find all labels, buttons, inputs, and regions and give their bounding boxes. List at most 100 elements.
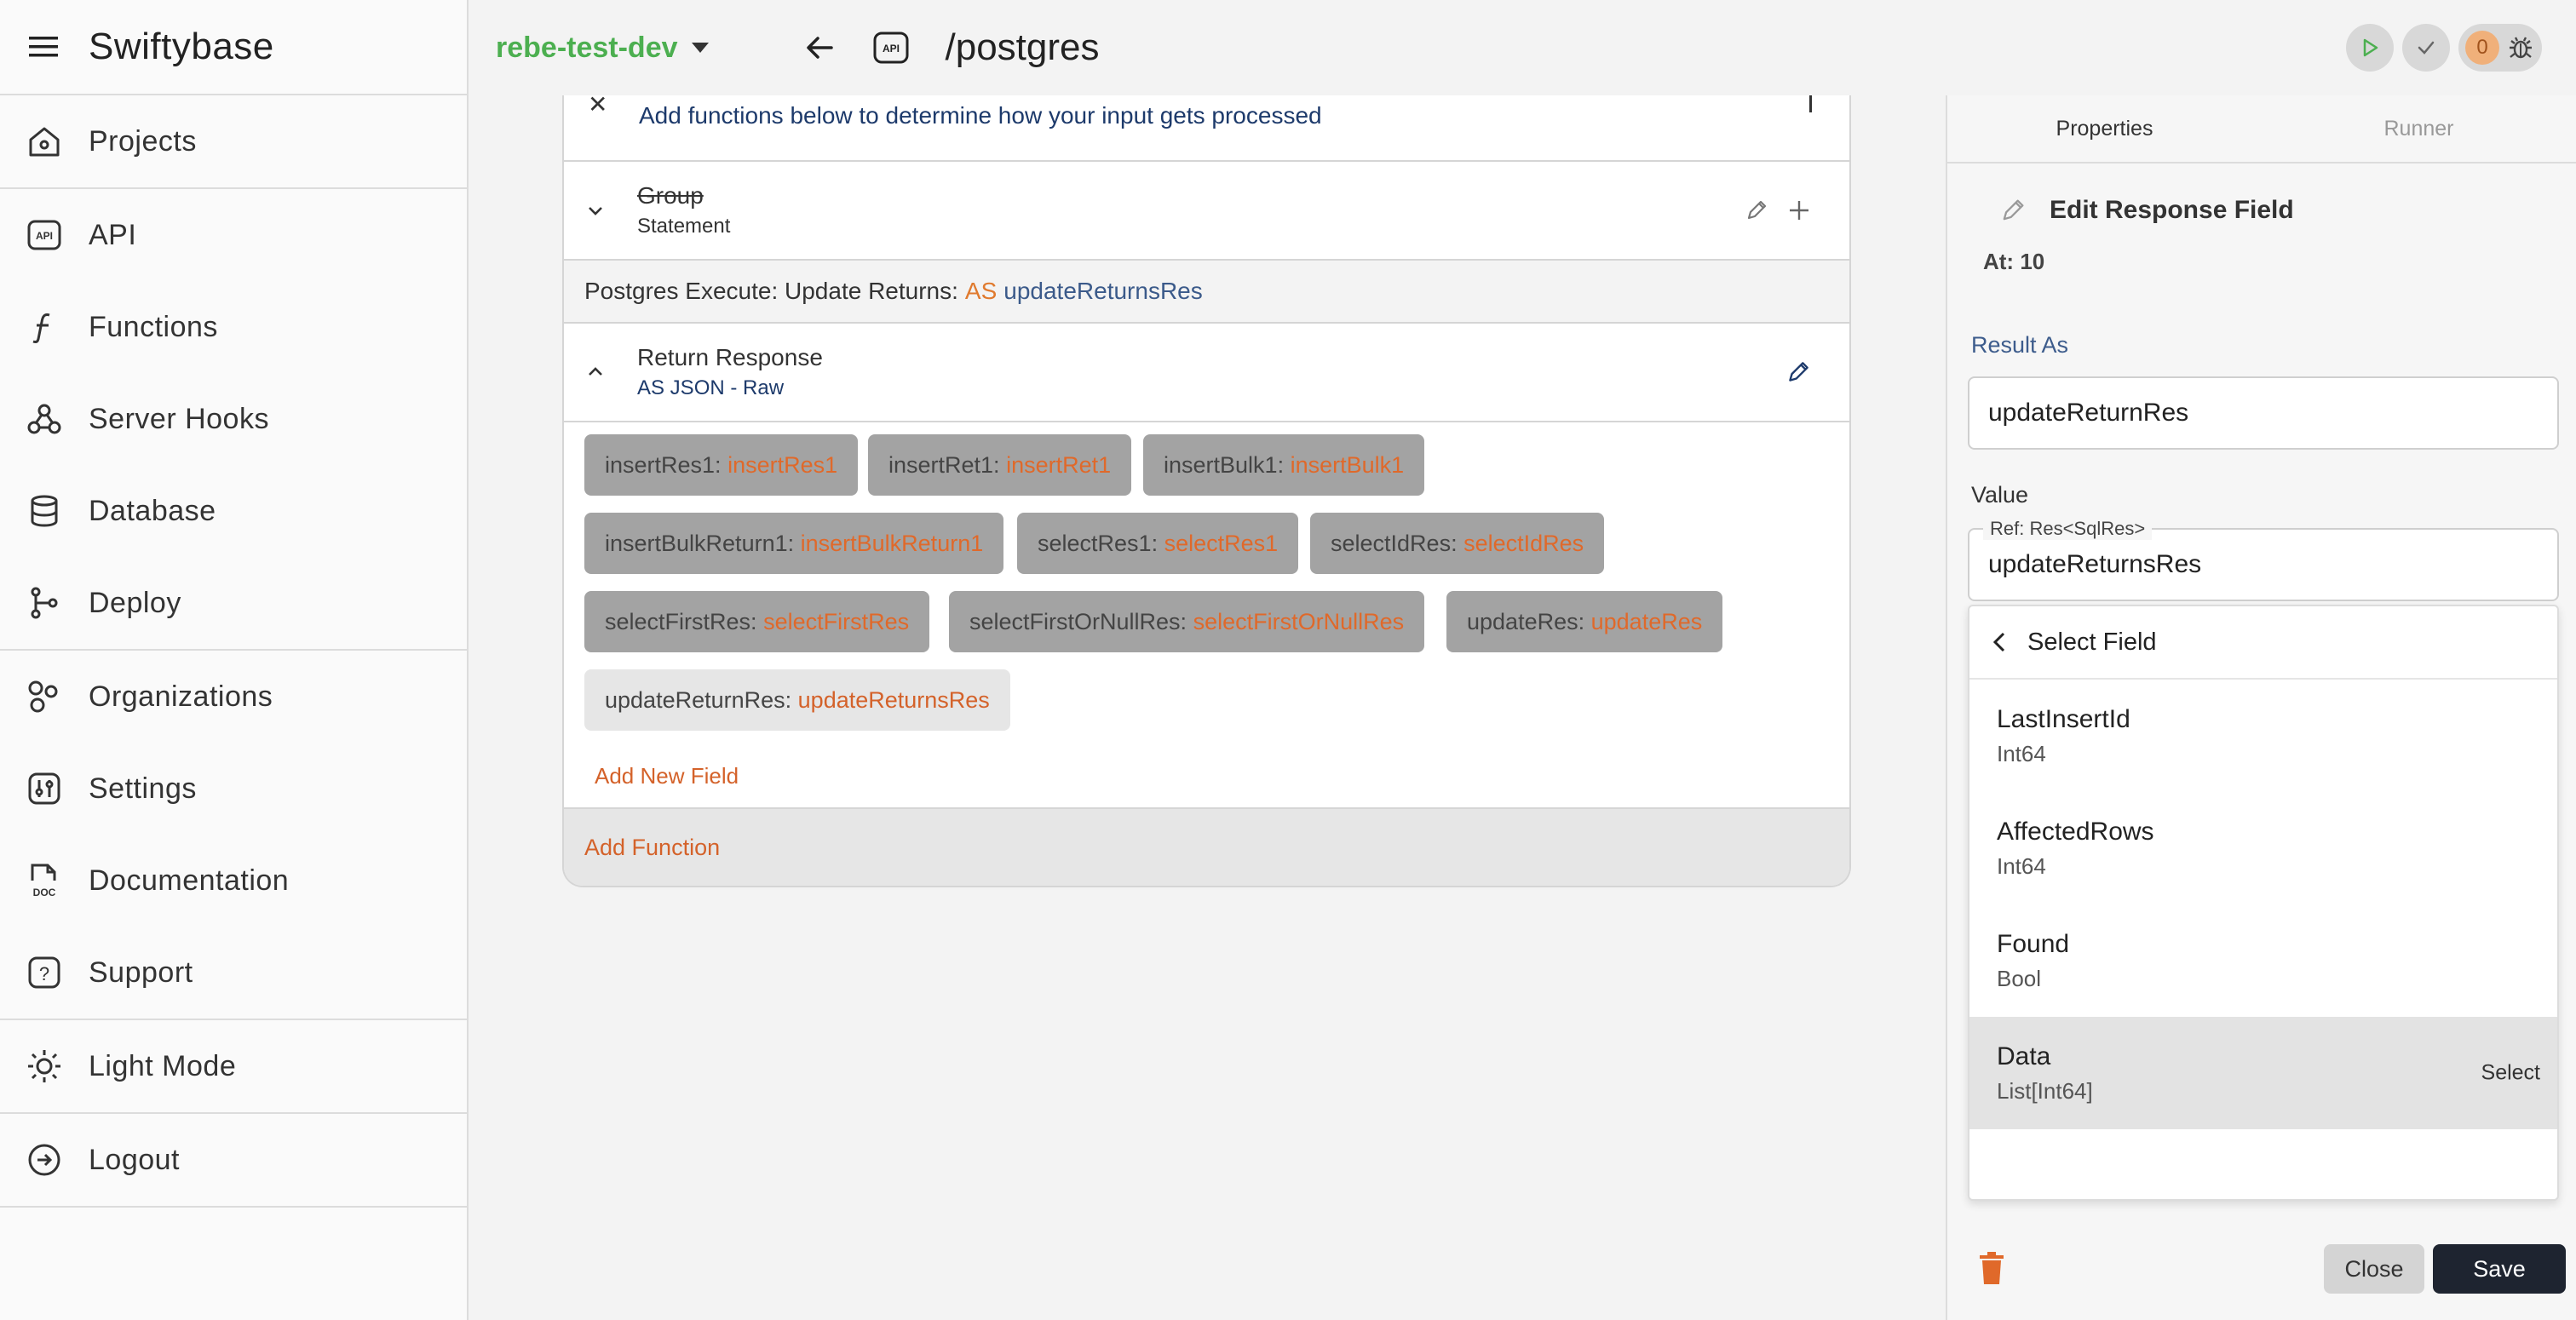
logout-icon — [26, 1141, 63, 1179]
check-icon — [2418, 41, 2435, 55]
response-field-chip[interactable]: selectFirstRes: selectFirstRes — [584, 591, 930, 652]
value-value: updateReturnsRes — [1988, 550, 2202, 578]
sidebar-item-organizations[interactable]: Organizations — [0, 651, 467, 743]
edit-icon[interactable] — [1785, 359, 1812, 386]
value-ref-legend: Ref: Res<SqlRes> — [1983, 518, 2153, 540]
sidebar-item-label: API — [89, 218, 137, 251]
sidebar-item-label: Functions — [89, 310, 218, 343]
home-icon — [26, 123, 63, 160]
sidebar-item-functions[interactable]: Functions — [0, 281, 467, 373]
response-field-chip[interactable]: insertBulk1: insertBulk1 — [1143, 434, 1425, 496]
sidebar-item-label: Logout — [89, 1143, 180, 1176]
panel-title-text: Edit Response Field — [2050, 196, 2294, 224]
response-field-chip[interactable]: selectRes1: selectRes1 — [1017, 513, 1299, 574]
response-field-chip[interactable]: insertBulkReturn1: insertBulkReturn1 — [584, 513, 1004, 574]
response-field-chip[interactable]: updateRes: updateRes — [1446, 591, 1723, 652]
sidebar-item-logout[interactable]: Logout — [0, 1114, 467, 1206]
svg-text:?: ? — [39, 963, 49, 984]
select-action[interactable]: Select — [2481, 1061, 2540, 1086]
position-label: At: 10 — [1983, 249, 2045, 274]
divider — [1809, 95, 1812, 112]
sidebar-item-deploy[interactable]: Deploy — [0, 557, 467, 649]
bug-icon — [2510, 37, 2532, 59]
sidebar-item-settings[interactable]: Settings — [0, 743, 467, 835]
panel-tabs: Properties Runner — [1947, 95, 2576, 164]
field-option-type: Int64 — [1997, 740, 2046, 766]
return-response-row[interactable]: Return Response AS JSON - Raw — [564, 324, 1849, 422]
return-title: Return Response — [637, 344, 823, 370]
git-branch-icon — [26, 584, 63, 622]
function-editor: ✕ Add functions below to determine how y… — [562, 95, 1851, 887]
response-field-chip[interactable]: selectIdRes: selectIdRes — [1310, 513, 1605, 574]
menu-icon[interactable] — [26, 29, 61, 65]
field-option-hovered[interactable]: Data List[Int64] Select — [1969, 1017, 2557, 1129]
postgres-execute-row[interactable]: Postgres Execute: Update Returns: AS upd… — [564, 261, 1849, 324]
response-field-chip[interactable]: selectFirstOrNullRes: selectFirstOrNullR… — [949, 591, 1425, 652]
sidebar-item-light-mode[interactable]: Light Mode — [0, 1020, 467, 1112]
chevron-up-icon[interactable] — [583, 359, 608, 385]
response-field-chip[interactable]: insertRes1: insertRes1 — [584, 434, 859, 496]
result-as-input[interactable]: updateReturnRes — [1968, 376, 2559, 450]
field-option-type: List[Int64] — [1997, 1077, 2093, 1104]
validate-button[interactable] — [2402, 24, 2450, 72]
run-button[interactable] — [2346, 24, 2394, 72]
svg-text:DOC: DOC — [33, 887, 56, 898]
field-option[interactable]: LastInsertId Int64 — [1969, 680, 2557, 792]
back-arrow-icon[interactable] — [802, 31, 837, 65]
sidebar-item-support[interactable]: ? Support — [0, 927, 467, 1019]
project-selector[interactable]: rebe-test-dev — [496, 32, 709, 65]
field-option-name: Data — [1997, 1042, 2051, 1070]
api-icon: API — [26, 216, 63, 254]
result-as-value: updateReturnRes — [1988, 399, 2189, 427]
value-input[interactable]: Ref: Res<SqlRes> updateReturnsRes — [1968, 518, 2559, 601]
close-icon[interactable]: ✕ — [588, 95, 607, 118]
debug-count-badge: 0 — [2465, 31, 2499, 65]
field-option-name: LastInsertId — [1997, 704, 2130, 733]
response-field-chip[interactable]: insertRet1: insertRet1 — [868, 434, 1132, 496]
edit-icon[interactable] — [1744, 198, 1769, 223]
return-subtitle: AS JSON - Raw — [637, 376, 785, 399]
add-function-button[interactable]: Add Function — [564, 807, 1849, 886]
sidebar-item-label: Projects — [89, 124, 197, 158]
as-keyword: AS — [964, 278, 998, 304]
field-option-type: Bool — [1997, 965, 2042, 991]
sidebar-item-database[interactable]: Database — [0, 465, 467, 557]
chevron-down-icon[interactable] — [583, 198, 608, 223]
sidebar-item-server-hooks[interactable]: Server Hooks — [0, 373, 467, 465]
field-option-name: Found — [1997, 929, 2070, 958]
editor-intro: ✕ Add functions below to determine how y… — [564, 95, 1849, 162]
api-icon: API — [873, 32, 909, 64]
trash-icon[interactable] — [1976, 1250, 2007, 1286]
field-option[interactable]: Found Bool — [1969, 904, 2557, 1017]
top-bar: rebe-test-dev API /postgres 0 — [470, 0, 2576, 95]
top-actions: 0 — [2337, 24, 2542, 72]
sidebar-item-documentation[interactable]: DOC Documentation — [0, 835, 467, 927]
debug-button[interactable]: 0 — [2458, 24, 2542, 72]
sidebar-item-projects[interactable]: Projects — [0, 95, 467, 187]
add-icon[interactable] — [1786, 198, 1812, 223]
svg-text:API: API — [36, 230, 53, 242]
function-icon — [26, 308, 63, 346]
response-field-chip-selected[interactable]: updateReturnRes: updateReturnsRes — [584, 669, 1010, 731]
dropdown-header: Select Field — [2027, 628, 2157, 656]
sidebar-item-label: Documentation — [89, 864, 290, 897]
tab-runner[interactable]: Runner — [2262, 95, 2576, 162]
close-button[interactable]: Close — [2324, 1244, 2424, 1294]
sidebar-item-label: Light Mode — [89, 1049, 237, 1082]
tab-properties[interactable]: Properties — [1947, 95, 2262, 162]
webhook-icon — [26, 400, 63, 438]
result-ref: updateReturnsRes — [1003, 278, 1203, 304]
database-icon — [26, 492, 63, 530]
sidebar-item-label: Deploy — [89, 586, 181, 619]
sidebar-item-label: Support — [89, 956, 193, 989]
group-row[interactable]: Group Statement — [564, 162, 1849, 261]
play-icon — [2363, 38, 2378, 57]
add-new-field-link[interactable]: Add New Field — [595, 763, 739, 789]
save-button[interactable]: Save — [2433, 1244, 2566, 1294]
select-field-dropdown: Select Field LastInsertId Int64 Affected… — [1968, 605, 2559, 1201]
sidebar-item-api[interactable]: API API — [0, 189, 467, 281]
field-option[interactable]: AffectedRows Int64 — [1969, 792, 2557, 904]
project-name: rebe-test-dev — [496, 31, 678, 64]
dropdown-back-button[interactable]: Select Field — [1969, 606, 2557, 680]
panel-title: Edit Response Field — [1998, 196, 2294, 225]
